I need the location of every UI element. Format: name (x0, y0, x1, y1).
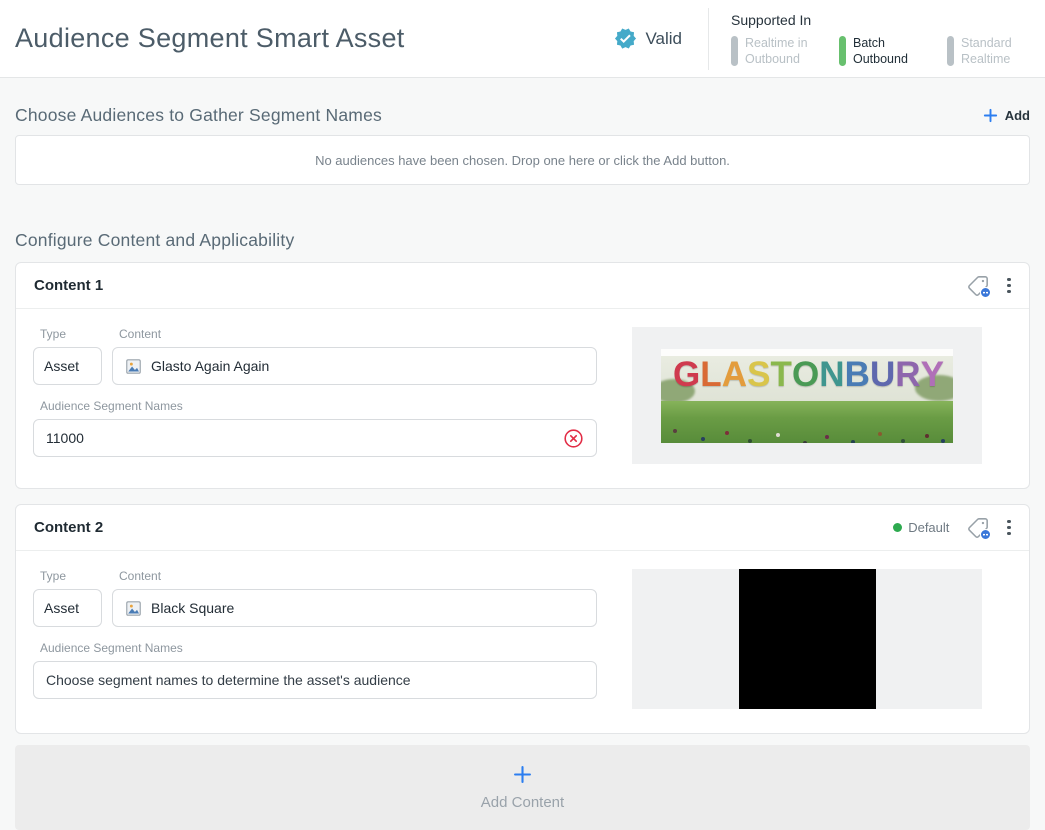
segment-names-label: Audience Segment Names (40, 399, 183, 413)
asset-preview-glastonbury: GLASTONBURY (632, 327, 982, 464)
plus-icon (514, 766, 531, 783)
add-content-button[interactable]: Add Content (15, 745, 1030, 830)
content-card-1: Content 1 Type Asset Content Glasto Agai… (15, 262, 1030, 489)
asset-preview-black-square (632, 569, 982, 709)
glastonbury-letters: GLASTONBURY (673, 354, 944, 394)
content-label: Content (119, 327, 162, 341)
audiences-empty-message: No audiences have been chosen. Drop one … (315, 152, 730, 168)
inactive-pill-indicator (731, 35, 738, 66)
default-dot-icon (893, 523, 903, 532)
plus-icon (983, 108, 997, 123)
crowd-dots (673, 428, 677, 433)
tag-badge-icon (980, 286, 992, 298)
verified-seal-icon (615, 28, 637, 49)
segment-names-label: Audience Segment Names (40, 641, 183, 655)
status-badge: Valid (614, 27, 682, 50)
error-icon[interactable] (563, 428, 584, 449)
applicability-tag-button[interactable] (967, 517, 992, 540)
content-field[interactable]: Glasto Again Again (112, 347, 597, 385)
grass (661, 400, 953, 443)
content-2-title: Content 2 (34, 519, 104, 536)
segment-names-field[interactable]: 11000 (33, 419, 597, 457)
active-pill-indicator (839, 35, 846, 66)
content-section-heading: Configure Content and Applicability (15, 230, 295, 250)
supported-in-group: Supported In Realtime in Outbound Batch … (731, 10, 1037, 68)
supported-in-label: Supported In (731, 11, 812, 28)
tag-badge-icon (980, 528, 992, 540)
type-label: Type (40, 327, 67, 341)
content-label: Content (119, 569, 162, 583)
status-badge-label: Valid (645, 28, 682, 48)
default-badge: Default (893, 520, 949, 535)
main-content: Choose Audiences to Gather Segment Names… (0, 105, 1045, 830)
supported-item-batch-outbound: Batch Outbound (839, 35, 929, 68)
inactive-pill-indicator (947, 35, 954, 66)
applicability-tag-button[interactable] (967, 275, 992, 298)
add-content-label: Add Content (480, 794, 565, 811)
supported-item-realtime-in-outbound: Realtime in Outbound (731, 35, 821, 68)
card-menu-button[interactable] (1007, 277, 1011, 294)
black-square-image (738, 569, 876, 709)
add-audience-button[interactable]: Add (982, 105, 1030, 126)
glastonbury-photo: GLASTONBURY (661, 348, 953, 443)
supported-item-standard-realtime: Standard Realtime (947, 35, 1037, 68)
content-1-title: Content 1 (34, 277, 104, 294)
card-menu-button[interactable] (1007, 519, 1011, 536)
image-icon (126, 600, 141, 616)
image-icon (126, 358, 141, 374)
content-card-2: Content 2 Default Type Asset Content Bla… (15, 504, 1030, 734)
header-status-area: Valid Supported In Realtime in Outbound … (614, 0, 1037, 77)
type-field[interactable]: Asset (33, 589, 102, 627)
audiences-section-heading: Choose Audiences to Gather Segment Names (15, 105, 382, 125)
type-label: Type (40, 569, 67, 583)
type-field[interactable]: Asset (33, 347, 102, 385)
add-audience-label: Add (1004, 108, 1030, 123)
content-field[interactable]: Black Square (112, 589, 597, 627)
header-divider (708, 7, 709, 70)
page-header: Audience Segment Smart Asset Valid Suppo… (0, 0, 1045, 78)
page-title: Audience Segment Smart Asset (15, 23, 405, 53)
segment-names-field[interactable]: Choose segment names to determine the as… (33, 661, 597, 699)
audiences-dropzone[interactable]: No audiences have been chosen. Drop one … (15, 135, 1030, 185)
